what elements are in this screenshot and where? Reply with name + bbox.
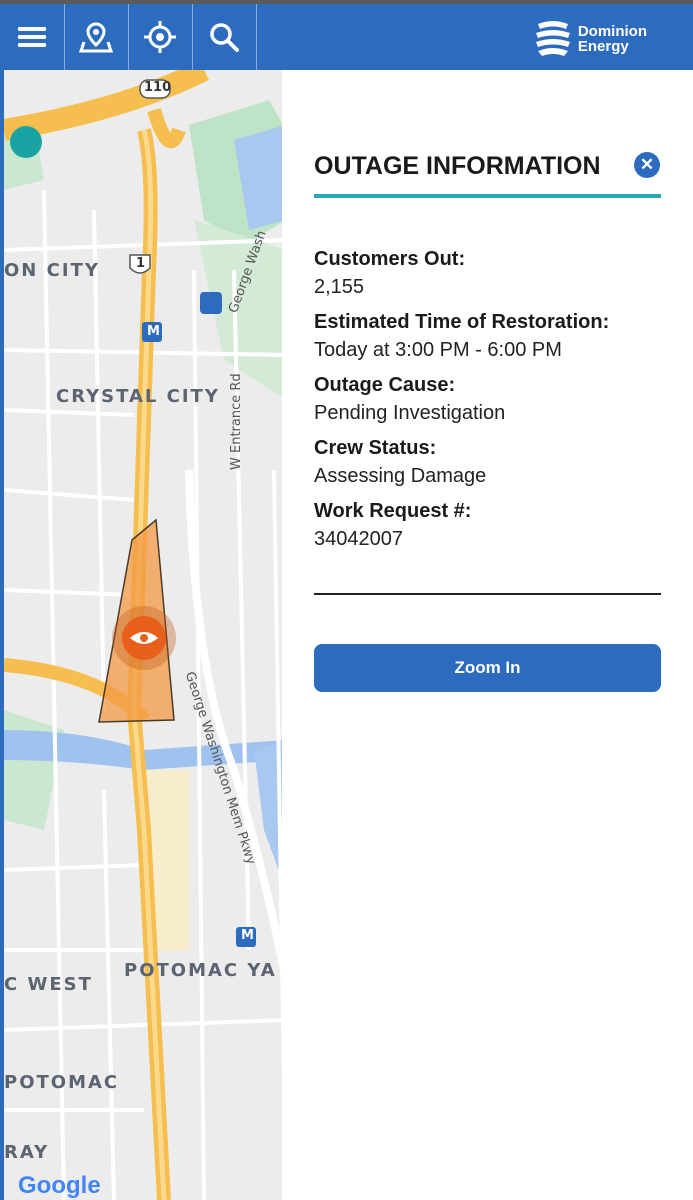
work-request-value: 34042007 <box>314 528 403 550</box>
search-icon <box>210 23 239 52</box>
panel-divider <box>314 593 661 595</box>
crew-status-value: Assessing Damage <box>314 465 487 487</box>
dominion-logo-mark-icon <box>535 21 570 56</box>
map-canvas <box>4 70 282 1200</box>
close-button[interactable]: ✕ <box>634 152 660 178</box>
map-label-potomac: POTOMAC <box>4 1072 120 1093</box>
metro-icon-bottom[interactable]: M <box>241 928 254 943</box>
dominion-energy-logo: Dominion Energy <box>534 18 647 60</box>
map-label-crystal-city: CRYSTAL CITY <box>56 386 220 407</box>
locate-me-button[interactable] <box>128 4 193 70</box>
customers-out-value: 2,155 <box>314 276 365 298</box>
outage-cause-value: Pending Investigation <box>314 402 506 424</box>
zoom-in-button[interactable]: Zoom In <box>314 644 661 692</box>
map-location-button[interactable] <box>64 4 129 70</box>
search-button[interactable] <box>192 4 257 70</box>
outage-cause-label: Outage Cause: <box>314 374 456 396</box>
map-label-ray: RAY <box>4 1142 50 1163</box>
crew-status-label: Crew Status: <box>314 437 437 459</box>
map-label-c-west: C WEST <box>4 974 93 995</box>
panel-title: OUTAGE INFORMATION <box>314 152 601 180</box>
route-110-label: 110 <box>144 80 172 95</box>
brand-line-2: Energy <box>577 38 629 55</box>
brand-line-1: Dominion <box>577 23 647 40</box>
map-label-arlington-city: ON CITY <box>4 260 100 281</box>
customers-out-label: Customers Out: <box>314 248 466 270</box>
etr-value: Today at 3:00 PM - 6:00 PM <box>314 339 562 361</box>
google-logo: Google <box>18 1172 101 1199</box>
title-underline <box>314 194 661 198</box>
menu-button[interactable] <box>0 4 65 70</box>
map-label-potomac-yard: POTOMAC YA <box>124 960 277 981</box>
map-pin-icon <box>79 22 113 53</box>
close-icon: ✕ <box>639 155 655 174</box>
work-request-label: Work Request #: <box>314 500 472 522</box>
menu-icon <box>18 27 46 47</box>
locate-icon <box>144 21 176 53</box>
outage-info-panel: OUTAGE INFORMATION ✕ Customers Out: 2,15… <box>282 70 693 1200</box>
etr-label: Estimated Time of Restoration: <box>314 311 610 333</box>
metro-icon-top[interactable]: M <box>147 324 160 339</box>
route-1-label: 1 <box>136 256 146 271</box>
map-label-w-entrance-rd: W Entrance Rd <box>229 373 244 470</box>
outage-map[interactable]: 110 1 M M ON CITY CRYSTAL CITY POTOMAC Y… <box>0 70 282 1200</box>
top-toolbar: Dominion Energy <box>0 4 693 70</box>
